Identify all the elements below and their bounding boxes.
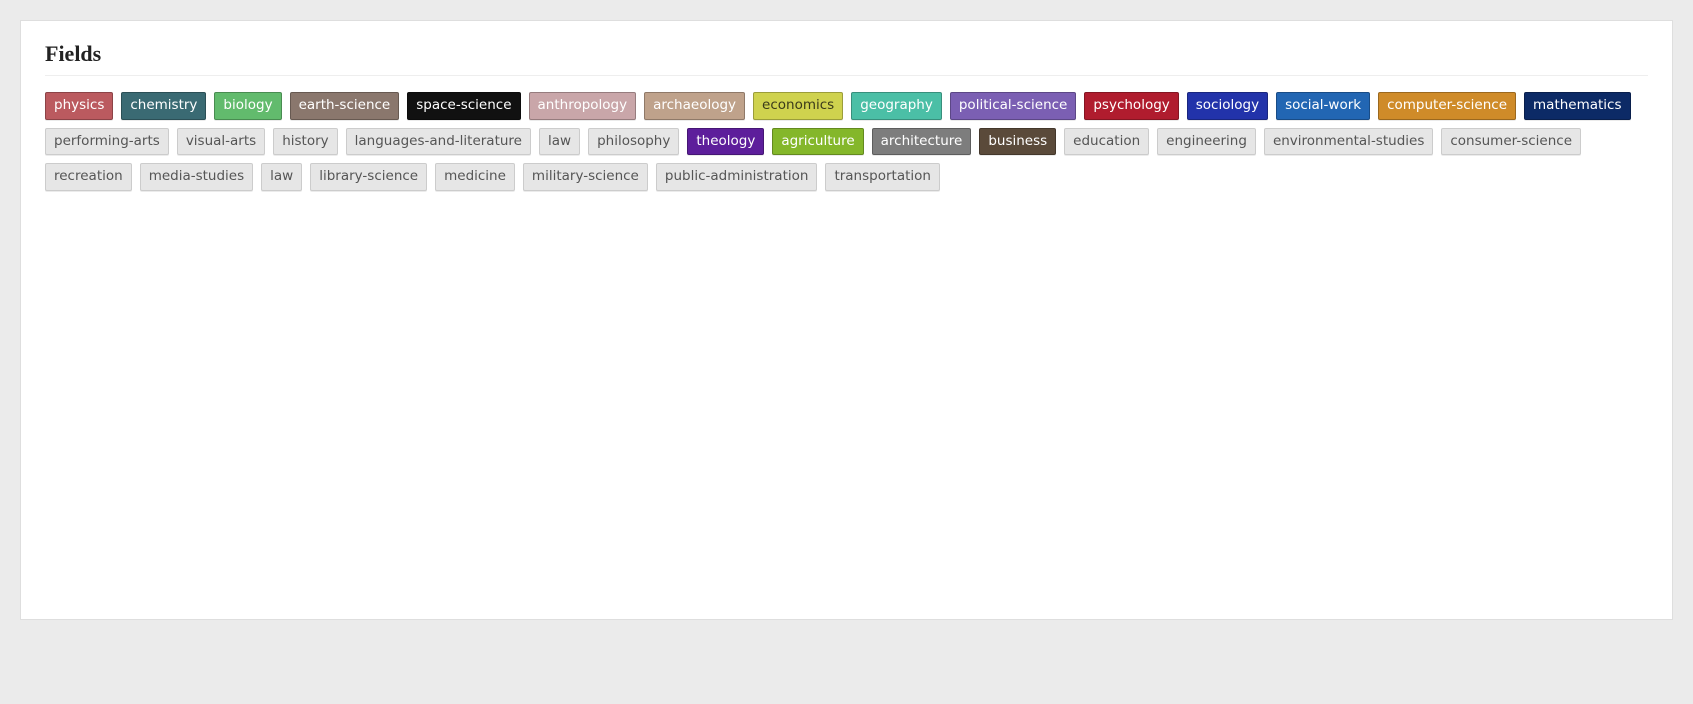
field-tag-recreation[interactable]: recreation: [45, 163, 132, 191]
field-tag-business[interactable]: business: [979, 128, 1056, 156]
field-tag-social-work[interactable]: social-work: [1276, 92, 1370, 120]
section-title: Fields: [45, 41, 1648, 76]
field-tag-political-science[interactable]: political-science: [950, 92, 1077, 120]
field-tag-anthropology[interactable]: anthropology: [529, 92, 637, 120]
field-tag-public-administration[interactable]: public-administration: [656, 163, 818, 191]
field-tag-medicine[interactable]: medicine: [435, 163, 515, 191]
field-tag-psychology[interactable]: psychology: [1084, 92, 1178, 120]
field-tag-history[interactable]: history: [273, 128, 337, 156]
field-tag-languages-and-literature[interactable]: languages-and-literature: [346, 128, 531, 156]
field-tag-military-science[interactable]: military-science: [523, 163, 648, 191]
field-tag-transportation[interactable]: transportation: [825, 163, 940, 191]
fields-panel: Fields physics chemistry biology earth-scie…: [20, 20, 1673, 620]
field-tag-mathematics[interactable]: mathematics: [1524, 92, 1631, 120]
field-tag-archaeology[interactable]: archaeology: [644, 92, 745, 120]
field-tag-biology[interactable]: biology: [214, 92, 281, 120]
field-tag-geography[interactable]: geography: [851, 92, 942, 120]
field-tag-consumer-science[interactable]: consumer-science: [1441, 128, 1581, 156]
field-tag-chemistry[interactable]: chemistry: [121, 92, 206, 120]
fields-tag-list: physics chemistry biology earth-sciencespac…: [45, 92, 1648, 191]
field-tag-space-science[interactable]: space-science: [407, 92, 520, 120]
field-tag-philosophy[interactable]: philosophy: [588, 128, 679, 156]
field-tag-law[interactable]: law: [539, 128, 580, 156]
field-tag-economics[interactable]: economics: [753, 92, 843, 120]
field-tag-engineering[interactable]: engineering: [1157, 128, 1256, 156]
field-tag-earth-science[interactable]: earth-science: [290, 92, 400, 120]
field-tag-sociology[interactable]: sociology: [1187, 92, 1268, 120]
field-tag-agriculture[interactable]: agriculture: [772, 128, 863, 156]
field-tag-environmental-studies[interactable]: environmental-studies: [1264, 128, 1433, 156]
field-tag-media-studies[interactable]: media-studies: [140, 163, 253, 191]
field-tag-education[interactable]: education: [1064, 128, 1149, 156]
field-tag-performing-arts[interactable]: performing-arts: [45, 128, 169, 156]
field-tag-law[interactable]: law: [261, 163, 302, 191]
field-tag-visual-arts[interactable]: visual-arts: [177, 128, 265, 156]
field-tag-architecture[interactable]: architecture: [872, 128, 972, 156]
field-tag-physics[interactable]: physics: [45, 92, 113, 120]
field-tag-theology[interactable]: theology: [687, 128, 764, 156]
field-tag-computer-science[interactable]: computer-science: [1378, 92, 1516, 120]
field-tag-library-science[interactable]: library-science: [310, 163, 427, 191]
